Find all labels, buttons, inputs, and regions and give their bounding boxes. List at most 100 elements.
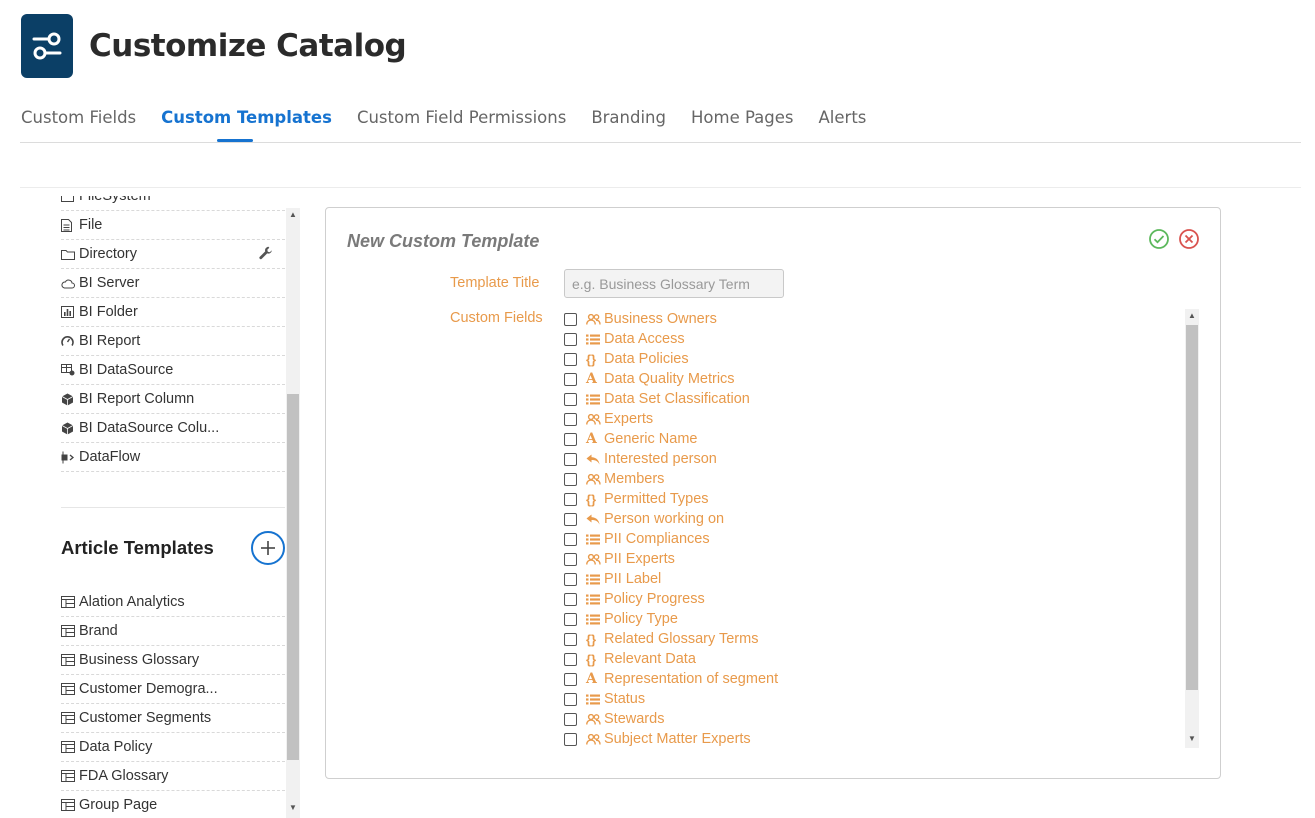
wrench-icon[interactable] [259, 246, 273, 263]
check-circle-icon[interactable] [1148, 228, 1170, 250]
checkbox[interactable] [564, 632, 577, 646]
field-option-data-set-classification[interactable]: Data Set Classification [564, 389, 1184, 409]
checkbox[interactable] [564, 732, 577, 746]
checkbox[interactable] [564, 532, 577, 546]
field-option-permitted-types[interactable]: {} Permitted Types [564, 489, 1184, 509]
tab-bar: Custom Fields Custom Templates Custom Fi… [21, 100, 891, 142]
field-option-representation-of-segment[interactable]: A Representation of segment [564, 669, 1184, 689]
checkbox[interactable] [564, 652, 577, 666]
field-option-label: Subject Matter Experts [604, 731, 751, 747]
sidebar-item-bi-report[interactable]: BI Report [61, 327, 285, 356]
checkbox[interactable] [564, 492, 577, 506]
tab-custom-fields[interactable]: Custom Fields [21, 100, 136, 142]
template-title-input[interactable] [564, 269, 784, 298]
sidebar-item-bi-server[interactable]: BI Server [61, 269, 285, 298]
sidebar-item-dataflow[interactable]: DataFlow [61, 443, 285, 472]
scroll-down-arrow-icon[interactable]: ▼ [286, 801, 300, 815]
sidebar-item-directory[interactable]: Directory [61, 240, 285, 269]
braces-icon: {} [586, 631, 597, 647]
sidebar-item-brand[interactable]: Brand [61, 617, 285, 646]
sliders-icon [21, 14, 73, 78]
field-option-person-working-on[interactable]: Person working on [564, 509, 1184, 529]
checkbox[interactable] [564, 352, 577, 366]
sidebar-item-bi-datasource-column[interactable]: BI DataSource Colu... [61, 414, 285, 443]
scroll-down-arrow-icon[interactable]: ▼ [1185, 732, 1199, 746]
list-icon [586, 694, 604, 705]
sidebar-item-bi-datasource[interactable]: BI DataSource [61, 356, 285, 385]
checkbox[interactable] [564, 712, 577, 726]
sidebar-item-file[interactable]: File [61, 211, 285, 240]
checkbox[interactable] [564, 372, 577, 386]
tab-branding[interactable]: Branding [591, 100, 666, 142]
field-option-pii-label[interactable]: PII Label [564, 569, 1184, 589]
sidebar-item-filesystem[interactable]: FileSystem [61, 196, 285, 211]
plus-icon[interactable] [251, 531, 285, 565]
fields-scrollbar-thumb[interactable] [1186, 325, 1198, 690]
field-option-relevant-data[interactable]: {} Relevant Data [564, 649, 1184, 669]
section-divider [61, 472, 285, 508]
checkbox[interactable] [564, 512, 577, 526]
field-option-generic-name[interactable]: A Generic Name [564, 429, 1184, 449]
scroll-up-arrow-icon[interactable]: ▲ [286, 208, 300, 222]
tab-custom-templates[interactable]: Custom Templates [161, 100, 332, 142]
sidebar-item-bi-report-column[interactable]: BI Report Column [61, 385, 285, 414]
section-divider [20, 187, 1301, 188]
checkbox[interactable] [564, 592, 577, 606]
field-option-policy-progress[interactable]: Policy Progress [564, 589, 1184, 609]
article-templates-header: Article Templates [61, 508, 285, 588]
template-icon [61, 799, 79, 811]
sidebar-item-group-page[interactable]: Group Page [61, 791, 285, 818]
field-option-status[interactable]: Status [564, 689, 1184, 709]
sidebar-item-business-glossary[interactable]: Business Glossary [61, 646, 285, 675]
tab-home-pages[interactable]: Home Pages [691, 100, 794, 142]
field-option-data-policies[interactable]: {} Data Policies [564, 349, 1184, 369]
sidebar-item-label: File [79, 217, 103, 233]
field-option-label: Data Quality Metrics [604, 371, 735, 387]
x-circle-icon[interactable] [1178, 228, 1200, 250]
sidebar-item-fda-glossary[interactable]: FDA Glossary [61, 762, 285, 791]
sidebar-item-customer-segments[interactable]: Customer Segments [61, 704, 285, 733]
reply-icon [586, 514, 604, 525]
field-option-subject-matter-experts[interactable]: Subject Matter Experts [564, 729, 1184, 749]
checkbox[interactable] [564, 332, 577, 346]
field-option-label: Representation of segment [604, 671, 779, 687]
sidebar-item-data-policy[interactable]: Data Policy [61, 733, 285, 762]
sidebar-item-alation-analytics[interactable]: Alation Analytics [61, 588, 285, 617]
checkbox[interactable] [564, 692, 577, 706]
cube-icon [61, 422, 79, 435]
field-option-experts[interactable]: Experts [564, 409, 1184, 429]
people-icon [586, 313, 604, 325]
template-icon [61, 741, 79, 753]
checkbox[interactable] [564, 412, 577, 426]
tab-custom-field-permissions[interactable]: Custom Field Permissions [357, 100, 566, 142]
checkbox[interactable] [564, 392, 577, 406]
field-option-stewards[interactable]: Stewards [564, 709, 1184, 729]
sidebar-item-customer-demographics[interactable]: Customer Demogra... [61, 675, 285, 704]
scroll-up-arrow-icon[interactable]: ▲ [1185, 309, 1199, 323]
sidebar-item-label: Customer Segments [79, 710, 212, 726]
template-icon [61, 596, 79, 608]
checkbox[interactable] [564, 472, 577, 486]
field-option-business-owners[interactable]: Business Owners [564, 309, 1184, 329]
people-icon [586, 473, 604, 485]
checkbox[interactable] [564, 672, 577, 686]
field-option-policy-type[interactable]: Policy Type [564, 609, 1184, 629]
filesystem-icon [61, 196, 79, 202]
field-option-related-glossary-terms[interactable]: {} Related Glossary Terms [564, 629, 1184, 649]
field-option-data-access[interactable]: Data Access [564, 329, 1184, 349]
sidebar-item-label: Data Policy [79, 739, 153, 755]
field-option-pii-experts[interactable]: PII Experts [564, 549, 1184, 569]
field-option-data-quality-metrics[interactable]: A Data Quality Metrics [564, 369, 1184, 389]
checkbox[interactable] [564, 572, 577, 586]
checkbox[interactable] [564, 552, 577, 566]
field-option-pii-compliances[interactable]: PII Compliances [564, 529, 1184, 549]
field-option-interested-person[interactable]: Interested person [564, 449, 1184, 469]
field-option-members[interactable]: Members [564, 469, 1184, 489]
sidebar-scrollbar-thumb[interactable] [287, 394, 299, 760]
sidebar-item-bi-folder[interactable]: BI Folder [61, 298, 285, 327]
checkbox[interactable] [564, 432, 577, 446]
checkbox[interactable] [564, 312, 577, 326]
checkbox[interactable] [564, 452, 577, 466]
tab-alerts[interactable]: Alerts [819, 100, 867, 142]
checkbox[interactable] [564, 612, 577, 626]
